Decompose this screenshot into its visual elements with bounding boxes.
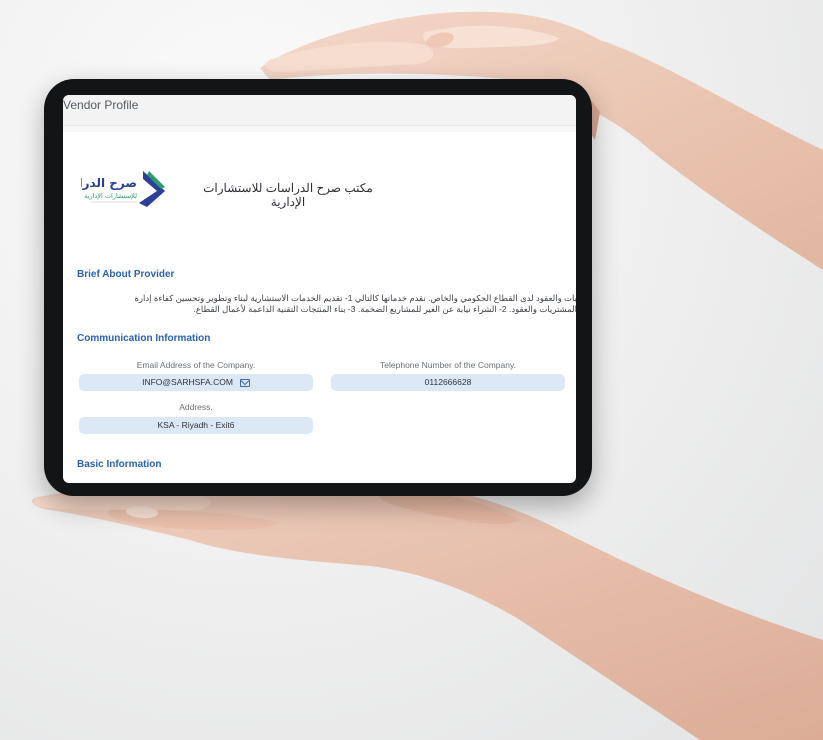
- address-label: Address.: [179, 402, 213, 412]
- provider-logo: صرح الدراسات للإستشارات الإدارية: [81, 171, 165, 207]
- header-divider: [63, 126, 576, 132]
- provider-name: مكتب صرح الدراسات للاستشارات الإدارية: [203, 181, 373, 209]
- description-line-1: يات والعقود لدى القطاع الحكومي والخاص. ن…: [134, 293, 576, 303]
- communication-section-title: Communication Information: [77, 333, 211, 344]
- email-value: INFO@SARHSFA.COM: [142, 377, 233, 387]
- app-screen: Vendor Profile صرح الدراسات للإستشارات ا…: [63, 95, 576, 483]
- logo-sub-text: للإستشارات الإدارية: [84, 192, 137, 200]
- description-line-2: المشتريات والعقود. 2- الشراء نيابة عن ال…: [193, 304, 577, 314]
- email-field[interactable]: INFO@SARHSFA.COM: [79, 374, 313, 391]
- provider-description: يات والعقود لدى القطاع الحكومي والخاص. ن…: [77, 293, 576, 315]
- basic-info-section-title: Basic Information: [77, 459, 162, 470]
- title-bar: Vendor Profile: [63, 95, 576, 126]
- email-label: Email Address of the Company.: [136, 360, 256, 370]
- photo-scene: Vendor Profile صرح الدراسات للإستشارات ا…: [0, 0, 823, 740]
- logo-main-text: صرح الدراسات: [81, 176, 137, 190]
- address-field[interactable]: KSA - Riyadh - Exit6: [79, 417, 313, 434]
- window-title: Vendor Profile: [63, 98, 139, 112]
- phone-field[interactable]: 0112666628: [331, 374, 565, 391]
- phone-label: Telephone Number of the Company.: [380, 360, 516, 370]
- brief-section-title: Brief About Provider: [77, 269, 175, 280]
- mail-icon[interactable]: [239, 378, 250, 387]
